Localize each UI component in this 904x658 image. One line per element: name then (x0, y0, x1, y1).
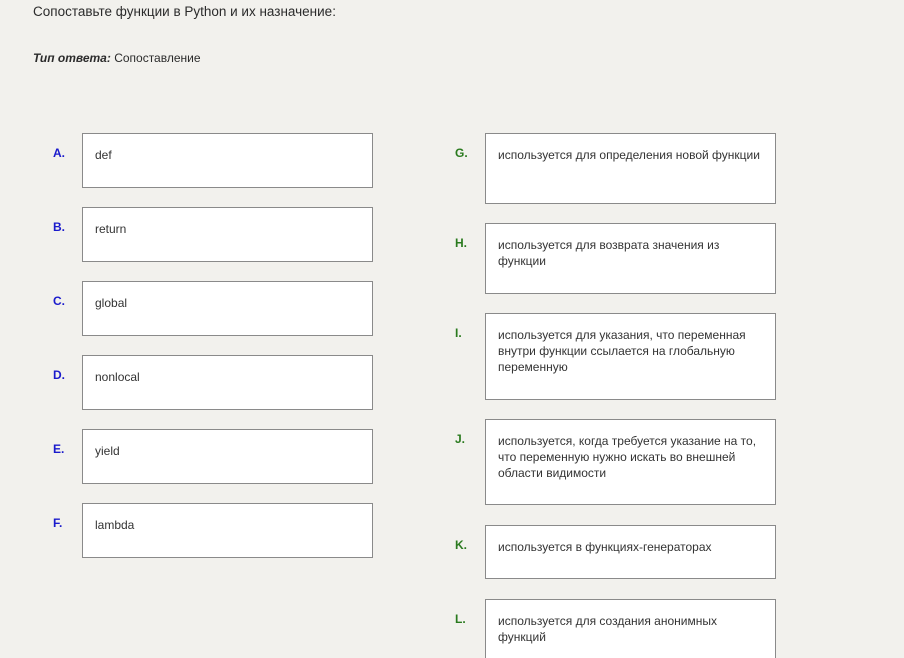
right-letter-k: K. (455, 538, 467, 552)
left-option-f[interactable]: lambda (82, 503, 373, 558)
answer-type-label: Тип ответа: (33, 51, 111, 65)
left-option-d[interactable]: nonlocal (82, 355, 373, 410)
question-text: Сопоставьте функции в Python и их назнач… (33, 4, 336, 19)
right-option-g[interactable]: используется для определения новой функц… (485, 133, 776, 204)
left-option-b[interactable]: return (82, 207, 373, 262)
right-option-i[interactable]: используется для указания, что переменна… (485, 313, 776, 400)
answer-type-value: Сопоставление (114, 51, 201, 65)
right-option-l[interactable]: используется для создания анонимных функ… (485, 599, 776, 658)
left-letter-e: E. (53, 442, 65, 456)
left-letter-c: C. (53, 294, 65, 308)
right-option-j[interactable]: используется, когда требуется указание н… (485, 419, 776, 505)
left-letter-a: A. (53, 146, 65, 160)
left-letter-b: B. (53, 220, 65, 234)
right-letter-l: L. (455, 612, 466, 626)
right-option-k[interactable]: используется в функциях-генераторах (485, 525, 776, 579)
right-letter-h: H. (455, 236, 467, 250)
answer-type: Тип ответа: Сопоставление (33, 51, 201, 65)
left-letter-d: D. (53, 368, 65, 382)
right-option-h[interactable]: используется для возврата значения из фу… (485, 223, 776, 294)
left-option-e[interactable]: yield (82, 429, 373, 484)
right-letter-j: J. (455, 432, 466, 446)
left-letter-f: F. (53, 516, 63, 530)
left-option-a[interactable]: def (82, 133, 373, 188)
left-option-c[interactable]: global (82, 281, 373, 336)
right-letter-i: I. (455, 326, 462, 340)
right-letter-g: G. (455, 146, 468, 160)
